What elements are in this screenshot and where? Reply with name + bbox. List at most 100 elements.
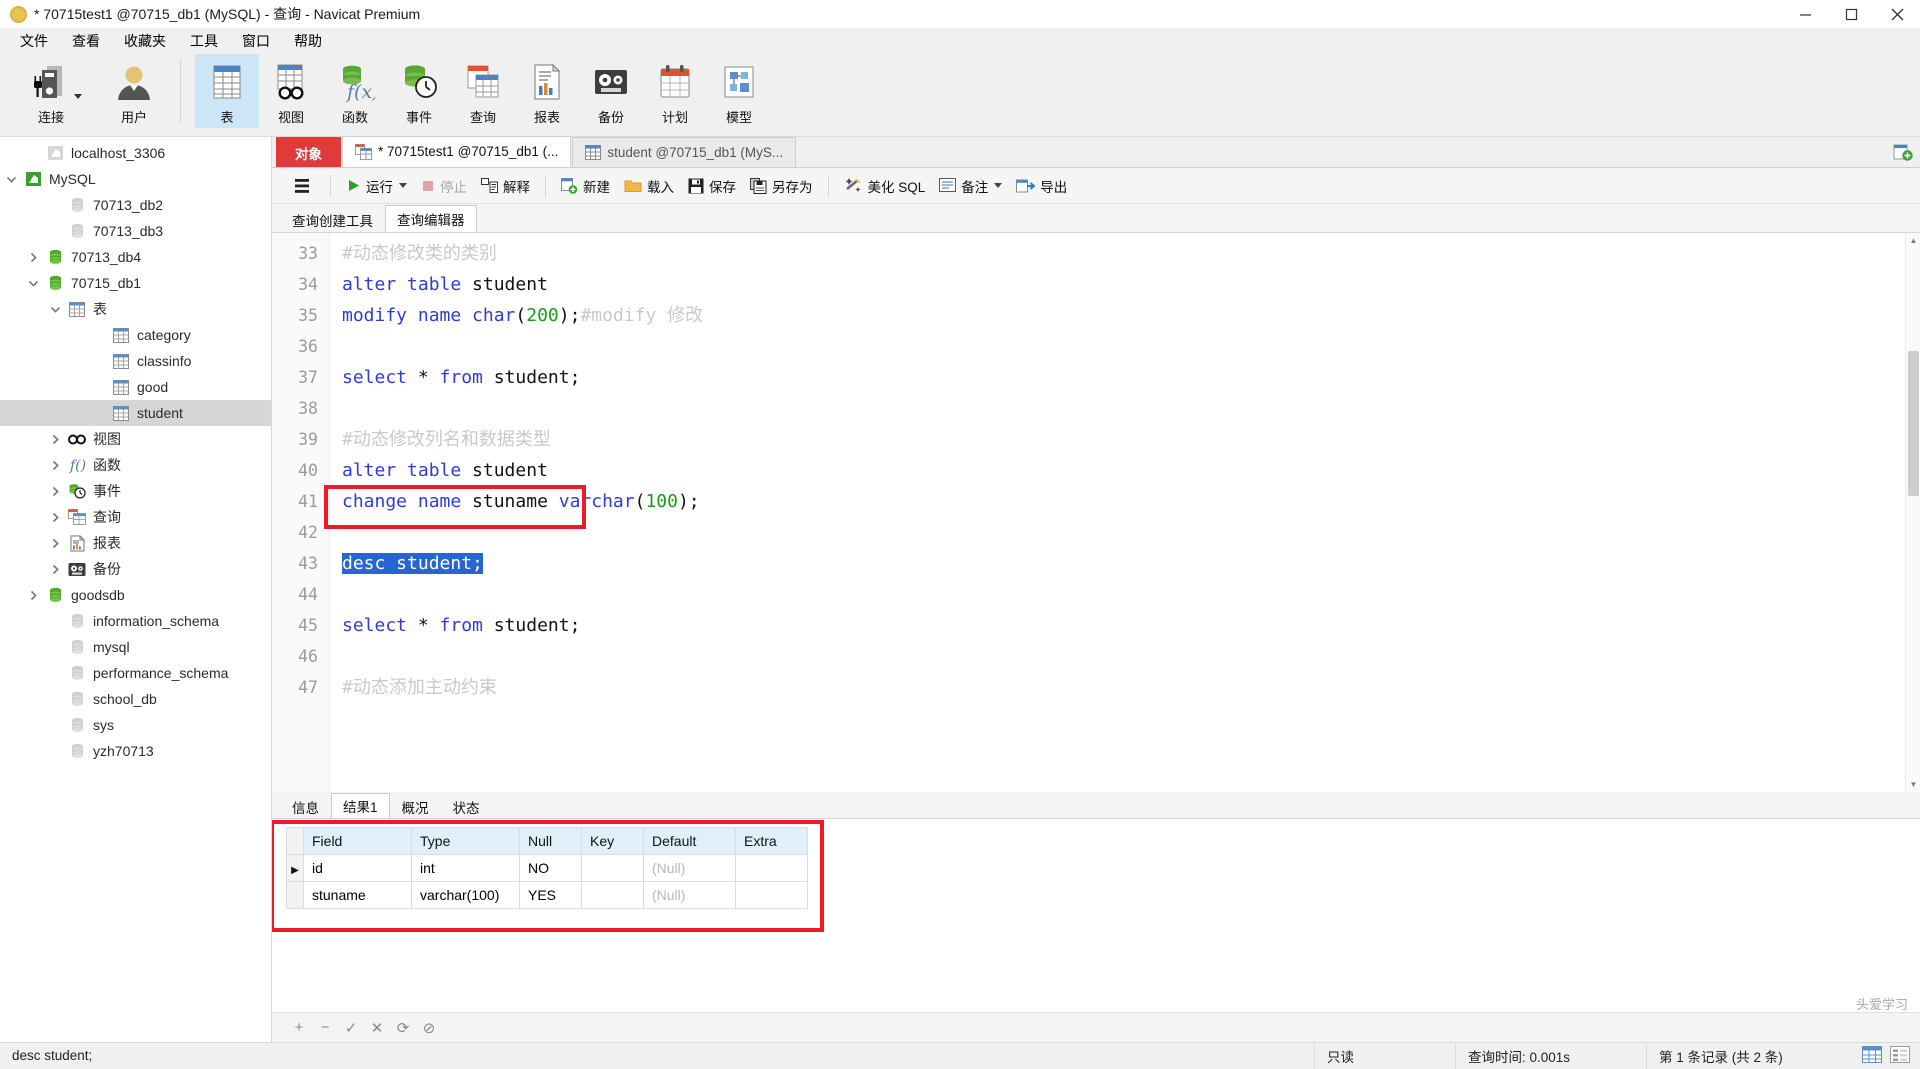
table-row[interactable]: stuname varchar(100) YES (Null) bbox=[286, 881, 808, 909]
cancel-icon[interactable]: ✕ bbox=[364, 1016, 390, 1040]
chevron-down-icon[interactable] bbox=[399, 183, 407, 188]
code-line[interactable]: select * from student; bbox=[342, 610, 1920, 641]
code-line[interactable] bbox=[342, 393, 1920, 424]
sql-editor[interactable]: 33 34 35 36 37 38 39 40 41 42 43 44 45 46 47 #动态修改类的类别… bbox=[272, 232, 1920, 792]
code-line[interactable] bbox=[342, 517, 1920, 548]
menu-help[interactable]: 帮助 bbox=[282, 29, 334, 53]
column-header-field[interactable]: Field bbox=[303, 827, 412, 855]
scroll-down-arrow-icon[interactable]: ▼ bbox=[1906, 777, 1920, 792]
run-button[interactable]: 运行 bbox=[339, 172, 414, 200]
tree-node-70713_db4[interactable]: 70713_db4 bbox=[0, 244, 271, 270]
tab-info[interactable]: 信息 bbox=[280, 795, 331, 818]
chevron-right-icon[interactable] bbox=[44, 460, 66, 471]
tree-node-performance_schema[interactable]: performance_schema bbox=[0, 660, 271, 686]
table-cell[interactable]: (Null) bbox=[643, 854, 736, 882]
tree-node-mysql[interactable]: MySQL bbox=[0, 166, 271, 192]
table-cell[interactable]: (Null) bbox=[643, 881, 736, 909]
grid-view-icon[interactable] bbox=[1862, 1045, 1882, 1066]
save-as-button[interactable]: 另存为 bbox=[743, 172, 820, 200]
add-record-icon[interactable]: + bbox=[286, 1016, 312, 1040]
table-row[interactable]: ▶ id int NO (Null) bbox=[286, 854, 808, 882]
ribbon-connection-button[interactable]: 连接 bbox=[14, 54, 88, 128]
object-tree-sidebar[interactable]: localhost_3306 MySQL 70713_db2 70713_db3 707… bbox=[0, 137, 272, 1042]
chevron-right-icon[interactable] bbox=[44, 486, 66, 497]
tree-node--[interactable]: 报表 bbox=[0, 530, 271, 556]
tree-node-sys[interactable]: sys bbox=[0, 712, 271, 738]
objects-tab[interactable]: 对象 bbox=[276, 137, 341, 167]
tree-node-goodsdb[interactable]: goodsdb bbox=[0, 582, 271, 608]
ribbon-query-button[interactable]: 查询 bbox=[451, 54, 515, 128]
ribbon-schedule-button[interactable]: 计划 bbox=[643, 54, 707, 128]
chevron-down-icon[interactable] bbox=[74, 94, 82, 99]
column-header-type[interactable]: Type bbox=[411, 827, 520, 855]
hamburger-icon[interactable] bbox=[284, 172, 322, 200]
chevron-right-icon[interactable] bbox=[22, 590, 44, 601]
scrollbar-thumb[interactable] bbox=[1908, 351, 1919, 496]
minimize-button[interactable] bbox=[1782, 0, 1828, 28]
ribbon-table-button[interactable]: 表 bbox=[195, 54, 259, 128]
ribbon-report-button[interactable]: 报表 bbox=[515, 54, 579, 128]
menu-tools[interactable]: 工具 bbox=[178, 29, 230, 53]
explain-button[interactable]: 解释 bbox=[474, 172, 537, 200]
menu-window[interactable]: 窗口 bbox=[230, 29, 282, 53]
chevron-right-icon[interactable] bbox=[44, 564, 66, 575]
ribbon-model-button[interactable]: 模型 bbox=[707, 54, 771, 128]
table-cell[interactable]: stuname bbox=[303, 881, 412, 909]
sql-code-area[interactable]: #动态修改类的类别 alter table student modify name … bbox=[330, 233, 1920, 792]
tab-table-student[interactable]: student @70715_db1 (MyS... bbox=[572, 137, 797, 167]
menu-favorites[interactable]: 收藏夹 bbox=[112, 29, 178, 53]
tree-node--[interactable]: 备份 bbox=[0, 556, 271, 582]
table-cell[interactable]: YES bbox=[519, 881, 582, 909]
tree-node--[interactable]: 事件 bbox=[0, 478, 271, 504]
tree-node-yzh70713[interactable]: yzh70713 bbox=[0, 738, 271, 764]
code-line[interactable]: alter table student bbox=[342, 455, 1920, 486]
tree-node--[interactable]: 视图 bbox=[0, 426, 271, 452]
tree-node-70713_db3[interactable]: 70713_db3 bbox=[0, 218, 271, 244]
tab-profile[interactable]: 概况 bbox=[390, 795, 441, 818]
tree-node-70713_db2[interactable]: 70713_db2 bbox=[0, 192, 271, 218]
tree-node-information_schema[interactable]: information_schema bbox=[0, 608, 271, 634]
code-line[interactable]: alter table student bbox=[342, 269, 1920, 300]
code-line[interactable]: desc student; bbox=[342, 548, 1920, 579]
menu-file[interactable]: 文件 bbox=[8, 29, 60, 53]
tree-node-student[interactable]: student bbox=[0, 400, 271, 426]
tree-node-school_db[interactable]: school_db bbox=[0, 686, 271, 712]
column-header-null[interactable]: Null bbox=[519, 827, 582, 855]
tab-status[interactable]: 状态 bbox=[441, 795, 492, 818]
editor-vertical-scrollbar[interactable]: ▲ ▼ bbox=[1905, 233, 1920, 792]
ribbon-function-button[interactable]: f(x) 函数 bbox=[323, 54, 387, 128]
code-line[interactable]: modify name char(200);#modify 修改 bbox=[342, 300, 1920, 331]
apply-icon[interactable]: ✓ bbox=[338, 1016, 364, 1040]
ribbon-event-button[interactable]: 事件 bbox=[387, 54, 451, 128]
ribbon-view-button[interactable]: 视图 bbox=[259, 54, 323, 128]
code-line[interactable]: #动态修改类的类别 bbox=[342, 238, 1920, 269]
chevron-down-icon[interactable] bbox=[994, 183, 1003, 188]
maximize-button[interactable] bbox=[1828, 0, 1874, 28]
tree-node--[interactable]: 查询 bbox=[0, 504, 271, 530]
tab-query-editor[interactable]: 查询编辑器 bbox=[385, 205, 477, 232]
table-cell[interactable] bbox=[581, 854, 644, 882]
comment-button[interactable]: 备注 bbox=[932, 172, 1009, 200]
column-header-extra[interactable]: Extra bbox=[735, 827, 808, 855]
table-cell[interactable]: varchar(100) bbox=[411, 881, 520, 909]
result-grid-container[interactable]: Field Type Null Key Default Extra ▶ id int NO (Nul… bbox=[272, 818, 1920, 1012]
scroll-up-arrow-icon[interactable]: ▲ bbox=[1906, 233, 1920, 248]
chevron-down-icon[interactable] bbox=[44, 305, 66, 314]
remove-record-icon[interactable]: − bbox=[312, 1016, 338, 1040]
close-button[interactable] bbox=[1874, 0, 1920, 28]
refresh-icon[interactable]: ⟳ bbox=[390, 1016, 416, 1040]
tab-query-70715test1[interactable]: * 70715test1 @70715_db1 (... bbox=[342, 136, 572, 167]
table-cell[interactable]: int bbox=[411, 854, 520, 882]
beautify-sql-button[interactable]: 美化 SQL bbox=[837, 172, 933, 200]
code-line[interactable] bbox=[342, 331, 1920, 362]
add-tab-icon[interactable] bbox=[1886, 137, 1920, 167]
chevron-right-icon[interactable] bbox=[22, 252, 44, 263]
tab-query-builder[interactable]: 查询创建工具 bbox=[280, 207, 385, 232]
table-cell[interactable]: NO bbox=[519, 854, 582, 882]
chevron-down-icon[interactable] bbox=[0, 175, 22, 184]
chevron-right-icon[interactable] bbox=[44, 538, 66, 549]
tree-node-localhost_3306[interactable]: localhost_3306 bbox=[0, 140, 271, 166]
new-button[interactable]: 新建 bbox=[554, 172, 617, 200]
column-header-key[interactable]: Key bbox=[581, 827, 644, 855]
chevron-right-icon[interactable] bbox=[44, 512, 66, 523]
